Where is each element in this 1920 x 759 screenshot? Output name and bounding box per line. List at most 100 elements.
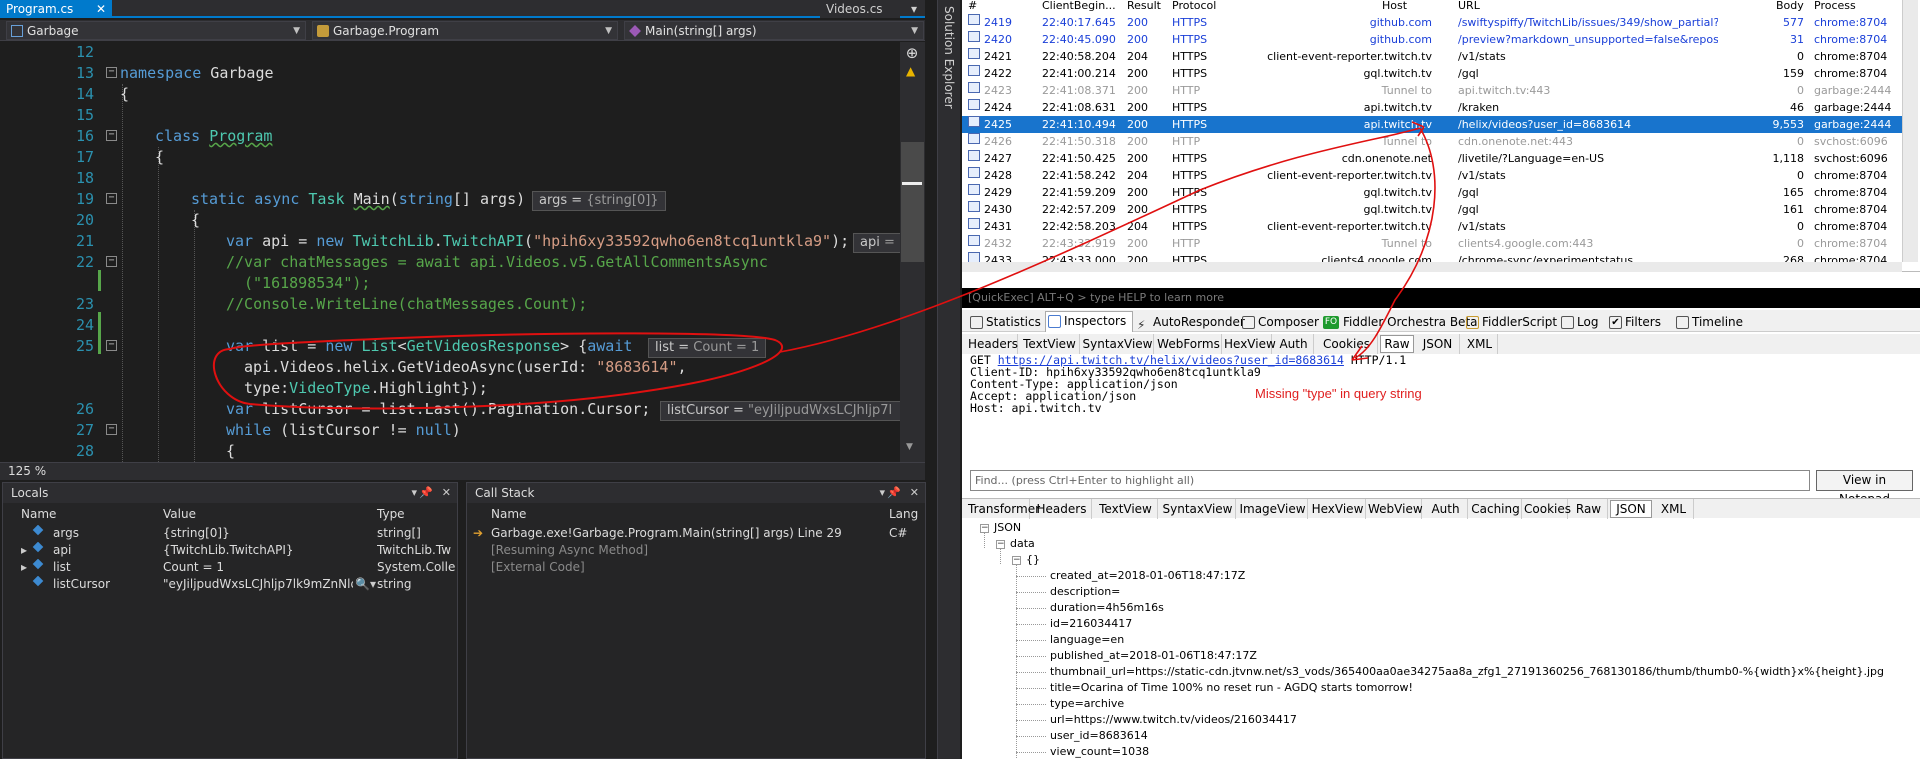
json-field[interactable]: language=en	[1050, 632, 1124, 648]
session-row[interactable]: 2427 22:41:50.425 200 HTTPS cdn.onenote.net /…	[962, 150, 1902, 167]
chevron-down-icon[interactable]: ▾	[905, 0, 925, 18]
sessions-list[interactable]: # ClientBegin... Result Protocol Host UR…	[962, 0, 1920, 272]
tab-log[interactable]: Log	[1559, 313, 1598, 331]
datatip-list[interactable]: list = Count = 1	[648, 338, 767, 358]
json-field[interactable]: thumbnail_url=https://static-cdn.jtvnw.n…	[1050, 664, 1884, 680]
close-icon[interactable]: ✕	[910, 483, 919, 503]
fold-toggle[interactable]: −	[106, 67, 117, 78]
column-process[interactable]: Process	[1814, 0, 1856, 12]
session-row[interactable]: 2421 22:40:58.204 204 HTTPS client-event-rep…	[962, 48, 1902, 65]
fold-toggle[interactable]: −	[106, 130, 117, 141]
request-tab-headers[interactable]: Headers	[968, 334, 1018, 354]
tab-statistics[interactable]: Statistics	[968, 313, 1041, 331]
collapse-icon[interactable]: −	[996, 540, 1005, 549]
column-body[interactable]: Body	[1776, 0, 1804, 12]
column-url[interactable]: URL	[1458, 0, 1480, 12]
locals-row[interactable]: ▸ api {TwitchLib.TwitchAPI} TwitchLib.Tw	[3, 542, 457, 559]
code-editor[interactable]: 12 13 14 15 16 17 18 19 20 21 22 23 24 25 26 27 28 − − −…	[0, 42, 903, 464]
tab-composer[interactable]: Composer	[1240, 313, 1319, 331]
tab-inspectors[interactable]: Inspectors	[1045, 311, 1133, 332]
request-tab-textview[interactable]: TextView	[1020, 334, 1080, 354]
session-row[interactable]: 2425 22:41:10.494 200 HTTPS api.twitch.tv/he…	[962, 116, 1902, 133]
json-field[interactable]: title=Ocarina of Time 100% no reset run …	[1050, 680, 1413, 696]
json-field[interactable]: id=216034417	[1050, 616, 1132, 632]
scrollbar-thumb[interactable]	[901, 142, 924, 262]
member-dropdown[interactable]: Main(string[] args) ▼	[624, 21, 924, 40]
json-field[interactable]: description=	[1050, 584, 1120, 600]
callstack-row[interactable]: [Resuming Async Method]	[467, 542, 925, 559]
column-name[interactable]: Name	[491, 505, 527, 523]
locals-row[interactable]: args {string[0]} string[]	[3, 525, 457, 542]
column-type[interactable]: Type	[377, 505, 405, 523]
pin-icon[interactable]: 📌	[419, 483, 433, 503]
response-tab-headers[interactable]: Headers	[1032, 499, 1092, 519]
session-row[interactable]: 2426 22:41:50.318 200 HTTP Tunnel to cdn.onen…	[962, 133, 1902, 150]
locals-row[interactable]: ▸ list Count = 1 System.Colle	[3, 559, 457, 576]
response-tab-json[interactable]: JSON	[1610, 500, 1652, 518]
session-row[interactable]: 2420 22:40:45.090 200 HTTPS github.com/previ…	[962, 31, 1902, 48]
tree-node-data[interactable]: data	[1010, 536, 1035, 552]
request-tab-raw[interactable]: Raw	[1380, 335, 1414, 353]
json-tree-view[interactable]: − JSON − data − {} created_at=2018-01-06…	[970, 520, 1908, 759]
column-id[interactable]: #	[968, 0, 978, 12]
json-field[interactable]: view_count=1038	[1050, 744, 1149, 759]
session-row[interactable]: 2419 22:40:17.645 200 HTTPS github.com/swift…	[962, 14, 1902, 31]
quickexec-input[interactable]: [QuickExec] ALT+Q > type HELP to learn m…	[962, 288, 1920, 308]
session-row[interactable]: 2428 22:41:58.242 204 HTTPS client-event-rep…	[962, 167, 1902, 184]
fold-toggle[interactable]: −	[106, 424, 117, 435]
tree-node-object[interactable]: {}	[1026, 552, 1040, 568]
tab-videos-cs[interactable]: Videos.cs	[820, 0, 900, 18]
session-row[interactable]: 2423 22:41:08.371 200 HTTP Tunnel to api.twit…	[962, 82, 1902, 99]
callstack-row[interactable]: [External Code]	[467, 559, 925, 576]
session-row[interactable]: 2429 22:41:59.209 200 HTTPS gql.twitch.tv/gq…	[962, 184, 1902, 201]
datatip-listcursor[interactable]: listCursor = "eyJiljpudWxsLCJhljp7l	[660, 401, 902, 421]
session-row[interactable]: 2430 22:42:57.209 200 HTTPS gql.twitch.tv/gq…	[962, 201, 1902, 218]
column-lang[interactable]: Lang	[889, 505, 919, 523]
json-field[interactable]: user_id=8683614	[1050, 728, 1148, 744]
locals-row[interactable]: listCursor "eyJiljpudWxsLCJhljp7lk9mZnNld…	[3, 576, 457, 593]
class-dropdown[interactable]: Garbage.Program ▼	[312, 21, 618, 40]
close-icon[interactable]: ✕	[96, 0, 106, 18]
pin-icon[interactable]: 📌	[887, 483, 901, 503]
response-tab-caching[interactable]: Caching	[1470, 499, 1522, 519]
response-tab-transformer[interactable]: Transformer	[968, 499, 1040, 519]
response-tab-textview[interactable]: TextView	[1094, 499, 1158, 519]
session-row[interactable]: 2432 22:43:32.919 200 HTTP Tunnel to clients4…	[962, 235, 1902, 252]
response-tab-xml[interactable]: XML	[1654, 499, 1694, 519]
project-dropdown[interactable]: Garbage ▼	[6, 21, 306, 40]
request-tab-json[interactable]: JSON	[1416, 334, 1460, 354]
response-tab-syntaxview[interactable]: SyntaxView	[1160, 499, 1236, 519]
split-icon[interactable]: ⊕	[903, 44, 921, 62]
json-field[interactable]: duration=4h56m16s	[1050, 600, 1164, 616]
close-icon[interactable]: ✕	[442, 483, 451, 503]
zoom-level[interactable]: 125 %	[8, 464, 46, 478]
request-tab-auth[interactable]: Auth	[1274, 334, 1314, 354]
tab-autoresponder[interactable]: ⚡ AutoResponder	[1135, 313, 1245, 332]
column-host[interactable]: Host	[1382, 0, 1408, 12]
session-row[interactable]: 2424 22:41:08.631 200 HTTPS api.twitch.tv/kr…	[962, 99, 1902, 116]
session-row[interactable]: 2422 22:41:00.214 200 HTTPS gql.twitch.tv/gq…	[962, 65, 1902, 82]
column-time[interactable]: ClientBegin...	[1042, 0, 1116, 12]
request-tab-cookies[interactable]: Cookies	[1316, 334, 1378, 354]
sessions-hscrollbar[interactable]	[962, 262, 1902, 272]
solution-explorer-tab[interactable]: Solution Explorer	[937, 0, 960, 759]
column-value[interactable]: Value	[163, 505, 196, 523]
editor-scrollbar[interactable]: ⊕ ▲ ▼	[900, 42, 925, 462]
json-field[interactable]: created_at=2018-01-06T18:47:17Z	[1050, 568, 1245, 584]
request-tab-syntaxview[interactable]: SyntaxView	[1082, 334, 1154, 354]
json-field[interactable]: published_at=2018-01-06T18:47:17Z	[1050, 648, 1257, 664]
datatip-args[interactable]: args = {string[0]}	[532, 191, 666, 211]
json-field[interactable]: url=https://www.twitch.tv/videos/2160344…	[1050, 712, 1297, 728]
fold-toggle[interactable]: −	[106, 256, 117, 267]
tab-fiddlerscript[interactable]: FiddlerScript	[1464, 313, 1557, 331]
tree-node-root[interactable]: JSON	[994, 520, 1021, 536]
response-tab-auth[interactable]: Auth	[1424, 499, 1468, 519]
response-tab-cookies[interactable]: Cookies	[1524, 499, 1571, 519]
raw-request-view[interactable]: GET https://api.twitch.tv/helix/videos?u…	[970, 354, 1915, 466]
tab-filters[interactable]: ✔ Filters	[1607, 313, 1661, 331]
sessions-scrollbar[interactable]	[1902, 0, 1918, 262]
response-tab-raw[interactable]: Raw	[1570, 499, 1608, 519]
tab-timeline[interactable]: Timeline	[1674, 313, 1743, 331]
request-tab-xml[interactable]: XML	[1462, 334, 1498, 354]
scroll-down-icon[interactable]: ▼	[906, 442, 913, 452]
